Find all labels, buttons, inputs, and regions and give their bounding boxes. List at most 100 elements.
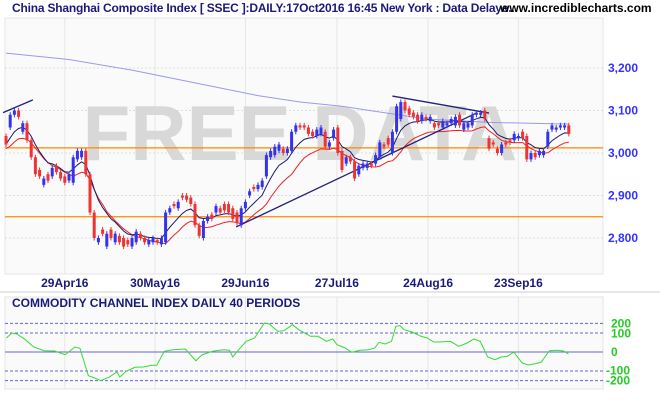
candle-body [71,157,75,183]
candle-body [449,119,453,124]
candle-body [17,110,21,117]
candle-body [521,131,525,139]
candle-body [369,163,373,166]
candle-body [386,138,390,145]
candle [546,129,550,150]
candle-body [504,142,508,145]
candle-body [323,131,327,147]
candle-body [290,131,294,151]
candle-body [113,233,117,243]
candle-body [122,238,126,247]
candle-body [4,136,8,145]
candle [201,218,205,241]
candle-body [164,212,168,243]
candle-body [554,127,558,130]
candle-body [458,114,462,126]
candle-body [432,123,436,128]
candle-body [542,150,546,156]
candle-body [428,116,432,122]
price-tick-label: 2,800 [608,231,638,245]
candle [239,205,243,228]
candle-body [441,121,445,128]
candle [105,231,109,250]
candle-body [172,204,176,207]
candle [92,209,96,241]
candle [525,133,529,162]
candle-body [344,157,348,164]
candle [25,120,29,143]
candle-body [33,157,37,175]
candle [390,129,394,156]
candle-body [138,233,142,238]
candle-body [403,102,407,111]
candle-body [437,123,441,126]
candle [164,209,168,245]
candle-body [424,116,428,119]
candle-body [134,231,138,243]
candle [84,148,88,177]
date-tick-label: 29Jun16 [221,276,269,290]
candle-body [256,184,260,190]
candle-body [516,136,520,139]
candle-body [201,221,205,238]
candle-body [159,238,163,245]
candle [29,137,33,160]
candle-body [378,142,382,158]
candle [323,129,327,150]
candle-body [327,142,331,147]
candle [71,154,75,186]
candle-body [50,167,54,177]
candle-body [470,114,474,126]
candle-body [101,229,105,234]
candle-body [495,148,499,153]
price-tick-label: 3,100 [608,104,638,118]
candle [88,171,92,216]
cci-tick-label: 0 [611,345,618,359]
candle-body [260,180,264,187]
cci-pane [4,296,604,390]
candle-body [336,127,340,153]
candle-body [445,123,449,126]
candle-body [294,125,298,132]
candle-body [302,125,306,128]
candle-body [151,238,155,243]
cci-tick-label: 100 [611,327,631,341]
candle-body [332,129,336,139]
candle [353,158,357,182]
candle-body [407,108,411,115]
date-tick-label: 24Aug16 [403,276,453,290]
candle-body [210,214,214,219]
candle-body [474,112,478,115]
candle-body [281,148,285,153]
price-chart: FREE DATA3,2003,1003,0002,9002,80029Apr1… [0,17,660,390]
candle-body [529,153,533,160]
candle-body [92,212,96,238]
chart-window: China Shanghai Composite Index [ SSEC ]:… [0,0,660,400]
candle-body [298,125,302,128]
candle-body [273,146,277,156]
date-tick-label: 27Jul16 [315,276,359,290]
candle-body [277,144,281,151]
candle-body [12,110,16,115]
candle-body [563,125,567,128]
candle-body [63,176,67,183]
candle-body [25,123,29,141]
candle-body [46,174,50,181]
candle-body [357,165,361,175]
candle-body [176,201,180,209]
candle-body [197,225,201,236]
candle-body [546,131,550,147]
candle-body [29,140,33,158]
candle-body [248,191,252,196]
candle-body [374,155,378,164]
candle-body [491,142,495,145]
candle-body [395,106,399,132]
candle-body [168,208,172,213]
candle-body [533,153,537,158]
candle [399,99,403,122]
candle-body [512,133,516,141]
candle-body [340,150,344,170]
candle-body [21,123,25,132]
candle-body [525,136,529,160]
candle-body [130,238,134,247]
